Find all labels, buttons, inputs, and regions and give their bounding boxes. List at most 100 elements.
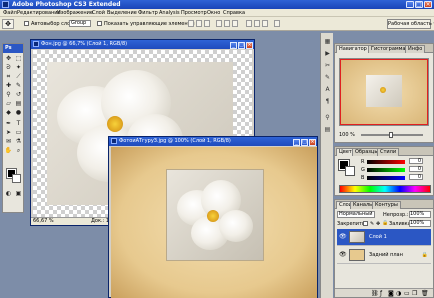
zoom-tool-icon[interactable]: ⌕ (14, 147, 23, 155)
lock-all-icon[interactable]: 🔒 (382, 220, 388, 226)
color-spectrum-bar[interactable] (339, 185, 431, 193)
close-button[interactable]: × (424, 1, 432, 8)
brushes-panel-icon[interactable]: ✎ (323, 73, 332, 82)
move-tool-preset-icon[interactable]: ✥ (2, 19, 14, 29)
tab-paths[interactable]: Контуры (372, 201, 401, 209)
minimize-button[interactable]: _ (406, 1, 414, 8)
gradient-tool-icon[interactable]: ▤ (14, 100, 23, 108)
lasso-tool-icon[interactable]: ᘐ (4, 64, 13, 72)
align-right-icon[interactable] (232, 20, 238, 27)
magic-wand-tool-icon[interactable]: ✦ (14, 64, 23, 72)
layer-style-icon[interactable]: ƒ (380, 290, 382, 297)
doc2-close-button[interactable]: × (309, 139, 316, 146)
navigator-zoom-slider[interactable] (361, 132, 423, 138)
document-1-titlebar[interactable]: Фон.jpg @ 66,7% (Слой 1, RGB/8) _ □ × (31, 40, 254, 49)
screen-mode-icon[interactable]: ▣ (14, 190, 23, 198)
tab-histogram[interactable]: Гистограмма (368, 45, 409, 53)
paragraph-panel-icon[interactable]: ¶ (323, 97, 332, 106)
blend-mode-dropdown[interactable]: Нормальный (337, 211, 375, 218)
document-window-2[interactable]: ФотоиАТгуруЗ.jpg @ 100% (Слой 1, RGB/8) … (108, 136, 318, 298)
dodge-tool-icon[interactable]: ● (14, 109, 23, 117)
menu-edit[interactable]: Редактирование (17, 10, 61, 16)
layer-name[interactable]: Задний план (369, 252, 403, 258)
tab-styles[interactable]: Стили (377, 148, 400, 156)
navigator-zoom-value[interactable]: 100 % (339, 132, 355, 138)
autoselect-dropdown[interactable]: Group (69, 20, 91, 27)
navigator-slider-thumb[interactable] (389, 132, 393, 138)
history-brush-tool-icon[interactable]: ↺ (14, 91, 23, 99)
eyedropper-tool-icon[interactable]: ⚗ (14, 138, 23, 146)
doc2-minimize-button[interactable]: _ (293, 139, 300, 146)
channel-g-value[interactable]: 0 (409, 166, 423, 172)
notes-tool-icon[interactable]: ✉ (4, 138, 13, 146)
lock-transparent-icon[interactable] (363, 221, 368, 226)
menu-image[interactable]: Изображение (57, 10, 93, 16)
visibility-eye-icon[interactable]: 👁 (339, 233, 347, 240)
tab-info[interactable]: Инфо (405, 45, 426, 53)
brush-tool-icon[interactable]: ✎ (14, 82, 23, 90)
distribute-top-icon[interactable] (246, 20, 252, 27)
distribute-bottom-icon[interactable] (262, 20, 268, 27)
menu-window[interactable]: Окно (207, 10, 220, 16)
menu-file[interactable]: Файл (3, 10, 17, 16)
doc1-close-button[interactable]: × (246, 42, 253, 49)
menu-help[interactable]: Справка (223, 10, 245, 16)
channel-g-slider[interactable] (367, 168, 405, 172)
crop-tool-icon[interactable]: ⌗ (4, 73, 13, 81)
menu-select[interactable]: Выделение (107, 10, 137, 16)
workspace-button[interactable]: Рабочая область ▾ (387, 19, 434, 29)
adjustment-layer-icon[interactable]: ◑ (396, 290, 401, 297)
channel-r-slider[interactable] (367, 160, 405, 164)
align-top-icon[interactable] (188, 20, 194, 27)
zoom-readout[interactable]: 66,67 % (33, 218, 54, 225)
blur-tool-icon[interactable]: ◆ (4, 109, 13, 117)
doc1-maximize-button[interactable]: □ (238, 42, 245, 49)
channel-b-slider[interactable] (367, 176, 405, 180)
slice-tool-icon[interactable]: ⟋ (14, 73, 23, 81)
character-panel-icon[interactable]: A (323, 85, 332, 94)
delete-layer-icon[interactable]: 🗑 (421, 290, 429, 297)
opacity-value[interactable]: 100% (409, 211, 431, 218)
history-panel-icon[interactable]: ▦ (323, 37, 332, 46)
align-left-icon[interactable] (216, 20, 222, 27)
lock-position-icon[interactable]: ✥ (376, 221, 380, 227)
hand-tool-icon[interactable]: ✋ (4, 147, 13, 155)
pen-tool-icon[interactable]: ✒ (4, 120, 13, 128)
shape-tool-icon[interactable]: ▭ (14, 129, 23, 137)
menu-layer[interactable]: Слой (92, 10, 105, 16)
background-color-swatch[interactable] (12, 174, 21, 183)
new-layer-icon[interactable]: ❐ (412, 290, 417, 297)
align-center-icon[interactable] (224, 20, 230, 27)
menu-view[interactable]: Просмотр (181, 10, 207, 16)
move-tool-icon[interactable]: ✥ (4, 55, 13, 63)
actions-panel-icon[interactable]: ▶ (323, 49, 332, 58)
layer-mask-icon[interactable]: ◙ (388, 290, 394, 297)
doc1-minimize-button[interactable]: _ (230, 42, 237, 49)
type-tool-icon[interactable]: T (14, 120, 23, 128)
distribute-left-icon[interactable] (274, 20, 280, 27)
document-2-titlebar[interactable]: ФотоиАТгуруЗ.jpg @ 100% (Слой 1, RGB/8) … (109, 137, 317, 146)
layer-row-layer1[interactable]: 👁 Слой 1 (337, 229, 431, 246)
channel-r-value[interactable]: 0 (409, 158, 423, 164)
visibility-eye-icon[interactable]: 👁 (339, 251, 347, 258)
clone-source-panel-icon[interactable]: ⚲ (323, 113, 332, 122)
tool-presets-panel-icon[interactable]: ✂ (323, 61, 332, 70)
navigator-preview[interactable] (339, 58, 429, 126)
autoselect-checkbox[interactable] (24, 21, 29, 26)
quick-mask-icon[interactable]: ◐ (4, 190, 13, 198)
link-layers-icon[interactable]: ⛓ (371, 290, 379, 297)
align-middle-icon[interactable] (196, 20, 202, 27)
doc2-maximize-button[interactable]: □ (301, 139, 308, 146)
fill-value[interactable]: 100% (409, 220, 431, 227)
maximize-button[interactable]: □ (415, 1, 423, 8)
color-bg-swatch[interactable] (345, 166, 355, 176)
layer-row-background[interactable]: 👁 Задний план 🔒 (337, 247, 431, 264)
group-icon[interactable]: ▭ (404, 290, 410, 297)
document-2-canvas[interactable] (111, 147, 317, 298)
lock-pixels-icon[interactable]: ✎ (370, 221, 374, 227)
marquee-tool-icon[interactable]: ⬚ (14, 55, 23, 63)
clone-stamp-tool-icon[interactable]: ⚲ (4, 91, 13, 99)
menu-analysis[interactable]: Analysis (159, 10, 180, 16)
animation-panel-icon[interactable]: ▤ (323, 125, 332, 134)
align-bottom-icon[interactable] (204, 20, 210, 27)
